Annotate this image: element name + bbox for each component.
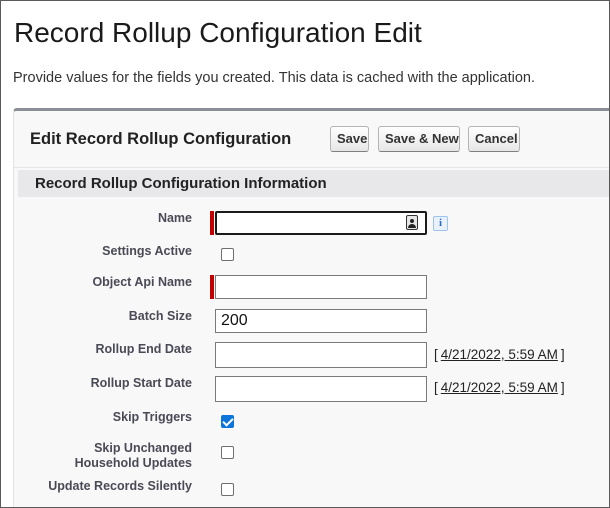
page-title: Record Rollup Configuration Edit [14,17,422,48]
skip-unchanged-household-updates-checkbox[interactable] [221,446,234,459]
batch-size-input[interactable] [215,309,427,333]
cancel-button[interactable]: Cancel [468,126,520,152]
info-icon[interactable]: i [433,216,448,231]
contact-card-icon[interactable] [406,215,418,230]
rollup-start-date-today-link[interactable]: 4/21/2022, 5:59 AM [441,380,558,395]
rollup-end-date-today-link[interactable]: 4/21/2022, 5:59 AM [441,347,558,362]
save-and-new-button[interactable]: Save & New [378,126,460,152]
batch-size-label: Batch Size [128,309,192,323]
update-records-silently-label: Update Records Silently [48,479,192,493]
section-title: Record Rollup Configuration Information [35,175,327,192]
edit-panel: Edit Record Rollup Configuration Save Sa… [13,108,609,507]
panel-title: Edit Record Rollup Configuration [30,130,292,148]
bracket-open: [ [434,347,438,362]
bracket-close: ] [560,380,565,395]
settings-active-label: Settings Active [102,244,192,258]
object-api-name-input[interactable] [215,275,427,299]
bracket-close: ] [560,347,565,362]
page-description: Provide values for the fields you create… [13,70,536,86]
label-line-2: Household Updates [74,456,192,470]
save-button[interactable]: Save [330,126,369,152]
rollup-start-date-today: [4/21/2022, 5:59 AM] [434,380,565,395]
name-label: Name [157,211,192,225]
object-api-name-required-indicator [210,275,214,299]
name-input[interactable] [215,211,427,235]
update-records-silently-checkbox[interactable] [221,483,234,496]
object-api-name-label: Object Api Name [92,275,192,289]
panel-divider [14,167,609,168]
name-required-indicator [210,211,214,235]
skip-triggers-checkbox[interactable] [221,415,234,428]
label-line-1: Skip Unchanged [94,441,192,455]
rollup-start-date-label: Rollup Start Date [90,376,192,390]
rollup-end-date-label: Rollup End Date [95,342,192,356]
rollup-end-date-today: [4/21/2022, 5:59 AM] [434,347,565,362]
section-header: Record Rollup Configuration Information [18,170,609,197]
skip-unchanged-household-updates-label: Skip Unchanged Household Updates [75,441,192,471]
settings-active-checkbox[interactable] [221,248,234,261]
bracket-open: [ [434,380,438,395]
skip-triggers-label: Skip Triggers [112,410,192,424]
rollup-start-date-input[interactable] [215,376,427,402]
rollup-end-date-input[interactable] [215,342,427,368]
page-frame: Record Rollup Configuration Edit Provide… [0,0,610,508]
